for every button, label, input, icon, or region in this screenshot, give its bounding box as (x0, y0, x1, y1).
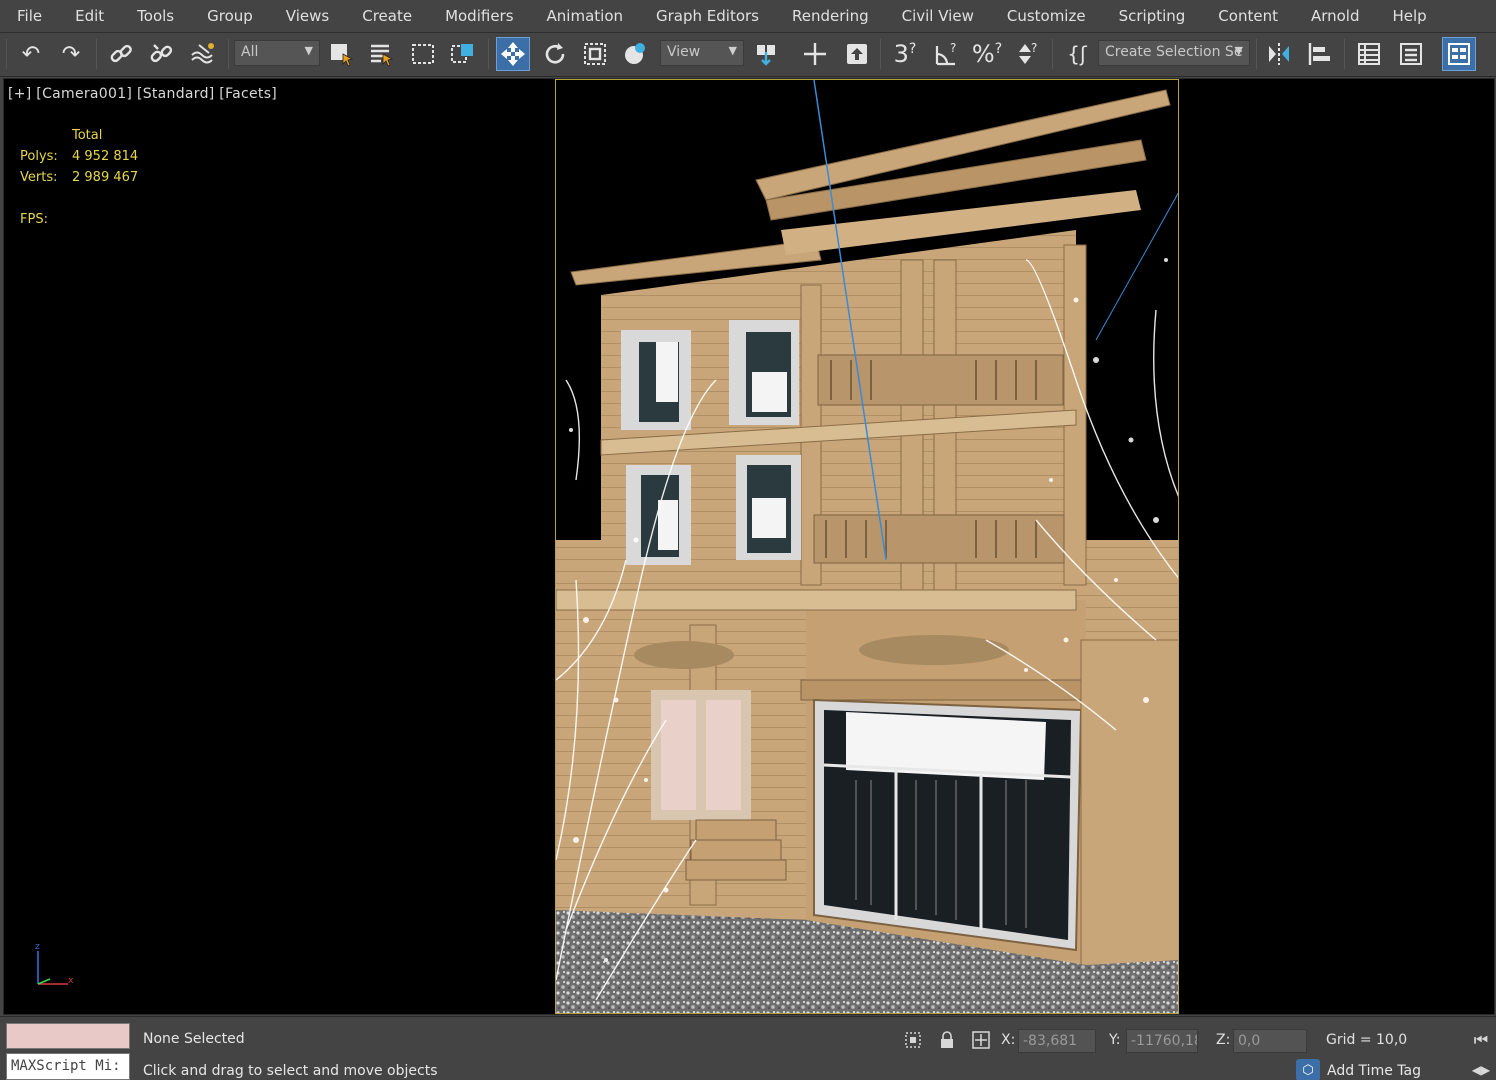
chevron-down-icon: ▼ (1234, 44, 1243, 57)
stats-header: Total (72, 128, 103, 143)
render-safe-frame (555, 79, 1179, 1014)
toolbar-separator (1344, 39, 1345, 69)
select-and-scale-icon[interactable] (578, 37, 612, 71)
menu-views[interactable]: Views (269, 0, 345, 33)
verts-label: Verts: (20, 170, 58, 185)
percent-snap-icon[interactable]: %? (970, 37, 1004, 71)
toolbar-separator (1256, 39, 1257, 69)
edit-named-selection-icon[interactable]: {ʃ (1060, 37, 1094, 71)
menu-group[interactable]: Group (190, 0, 269, 33)
verts-value: 2 989 467 (72, 170, 139, 185)
menu-content[interactable]: Content (1201, 0, 1294, 33)
y-coordinate-label: Y: (1109, 1032, 1121, 1048)
window-crossing-icon[interactable] (446, 37, 480, 71)
select-by-name-icon[interactable] (364, 37, 398, 71)
menu-rendering[interactable]: Rendering (775, 0, 885, 33)
viewport-statistics: Total Polys: 4 952 814 Verts: 2 989 467 FP… (20, 125, 138, 230)
snaps-toggle-icon[interactable]: 3? (888, 37, 922, 71)
select-and-place-icon[interactable] (618, 37, 652, 71)
selection-lock-icon[interactable] (936, 1029, 958, 1051)
maxscript-listener-output[interactable] (6, 1023, 130, 1049)
align-icon[interactable] (1302, 37, 1336, 71)
x-coordinate-label: X: (1001, 1032, 1016, 1048)
z-coordinate-label: Z: (1216, 1032, 1231, 1048)
chevron-down-icon: ▼ (304, 44, 313, 57)
toolbar-separator (228, 39, 229, 69)
polys-value: 4 952 814 (72, 149, 139, 164)
building-render-image (556, 80, 1178, 1013)
select-object-icon[interactable] (324, 37, 358, 71)
bind-space-warp-icon[interactable] (186, 37, 220, 71)
grid-size-readout: Grid = 10,0 (1326, 1032, 1408, 1048)
toggle-ribbon-icon[interactable] (1442, 37, 1476, 71)
menu-edit[interactable]: Edit (58, 0, 120, 33)
polys-label: Polys: (20, 149, 58, 164)
pivot-center-icon[interactable] (750, 37, 784, 71)
selection-filter-dropdown[interactable]: All ▼ (234, 40, 320, 66)
spinner-snap-icon[interactable]: ? (1010, 37, 1044, 71)
menu-create[interactable]: Create (345, 0, 428, 33)
selection-filter-value: All (241, 44, 259, 60)
menu-customize[interactable]: Customize (990, 0, 1102, 33)
select-and-move-icon[interactable] (496, 37, 530, 71)
select-and-manipulate-icon[interactable] (798, 37, 832, 71)
layer-explorer-icon[interactable] (1394, 37, 1428, 71)
prompt-line: Click and drag to select and move object… (143, 1063, 438, 1079)
toolbar-separator (6, 39, 7, 69)
menu-arnold[interactable]: Arnold (1294, 0, 1376, 33)
menu-file[interactable]: File (0, 0, 58, 33)
redo-icon[interactable]: ↷ (54, 37, 88, 71)
percent-snap-label: % (971, 40, 995, 68)
y-coordinate-field[interactable]: -11760,18 (1126, 1029, 1198, 1053)
maxscript-mini-listener-input[interactable]: MAXScript Mi: (6, 1053, 130, 1080)
undo-icon[interactable]: ↶ (14, 37, 48, 71)
toolbar-separator (96, 39, 97, 69)
rectangular-selection-region-icon[interactable] (406, 37, 440, 71)
named-selection-value: Create Selection Se (1105, 44, 1243, 60)
snap-dimension-label: 3 (893, 40, 909, 68)
link-icon[interactable] (104, 37, 138, 71)
x-coordinate-field[interactable]: -83,681 (1018, 1029, 1096, 1053)
toolbar-separator (1052, 39, 1053, 69)
reference-coordinate-value: View (667, 44, 701, 60)
keyboard-shortcut-override-icon[interactable] (840, 37, 874, 71)
isolate-selection-icon[interactable] (902, 1029, 924, 1051)
camera-viewport[interactable]: [+] [Camera001] [Standard] [Facets] Tota… (3, 78, 1495, 1015)
axis-z-label: z (35, 942, 40, 952)
angle-snap-icon[interactable]: ? (930, 37, 964, 71)
z-coordinate-field[interactable]: 0,0 (1233, 1029, 1307, 1053)
menu-animation[interactable]: Animation (530, 0, 639, 33)
axis-tripod-icon: z x (28, 939, 88, 999)
chevron-down-icon: ▼ (728, 44, 737, 57)
menu-civil-view[interactable]: Civil View (885, 0, 990, 33)
svg-text:?: ? (1031, 41, 1037, 55)
menu-tools[interactable]: Tools (120, 0, 190, 33)
absolute-mode-transform-icon[interactable] (970, 1029, 992, 1051)
menu-help[interactable]: Help (1376, 0, 1443, 33)
toolbar-separator (880, 39, 881, 69)
toolbar-separator (488, 39, 489, 69)
time-slider-arrows-icon[interactable]: ◀▶ (1470, 1059, 1492, 1080)
add-time-tag-button[interactable]: Add Time Tag (1327, 1063, 1421, 1079)
svg-text:?: ? (950, 41, 956, 55)
mirror-icon[interactable] (1262, 37, 1296, 71)
main-toolbar: ↶ ↷ All ▼ View ▼ 3 ? ? % ? ? {ʃ Create S… (0, 33, 1496, 77)
menu-bar: File Edit Tools Group Views Create Modif… (0, 0, 1496, 33)
unlink-icon[interactable] (144, 37, 178, 71)
selection-status: None Selected (143, 1031, 245, 1047)
scene-explorer-icon[interactable] (1352, 37, 1386, 71)
menu-modifiers[interactable]: Modifiers (428, 0, 529, 33)
status-bar: MAXScript Mi: None Selected Click and dr… (0, 1016, 1496, 1080)
viewport-label-menu[interactable]: [+] [Camera001] [Standard] [Facets] (8, 86, 277, 102)
menu-graph-editors[interactable]: Graph Editors (639, 0, 775, 33)
time-tag-icon[interactable]: ⬡ (1296, 1059, 1320, 1080)
named-selection-dropdown[interactable]: Create Selection Se ▼ (1098, 40, 1250, 66)
go-to-start-icon[interactable]: ⏮ (1470, 1029, 1492, 1051)
menu-scripting[interactable]: Scripting (1102, 0, 1202, 33)
axis-x-label: x (68, 976, 74, 986)
fps-label: FPS: (20, 212, 48, 227)
reference-coordinate-dropdown[interactable]: View ▼ (660, 40, 744, 66)
select-and-rotate-icon[interactable] (538, 37, 572, 71)
